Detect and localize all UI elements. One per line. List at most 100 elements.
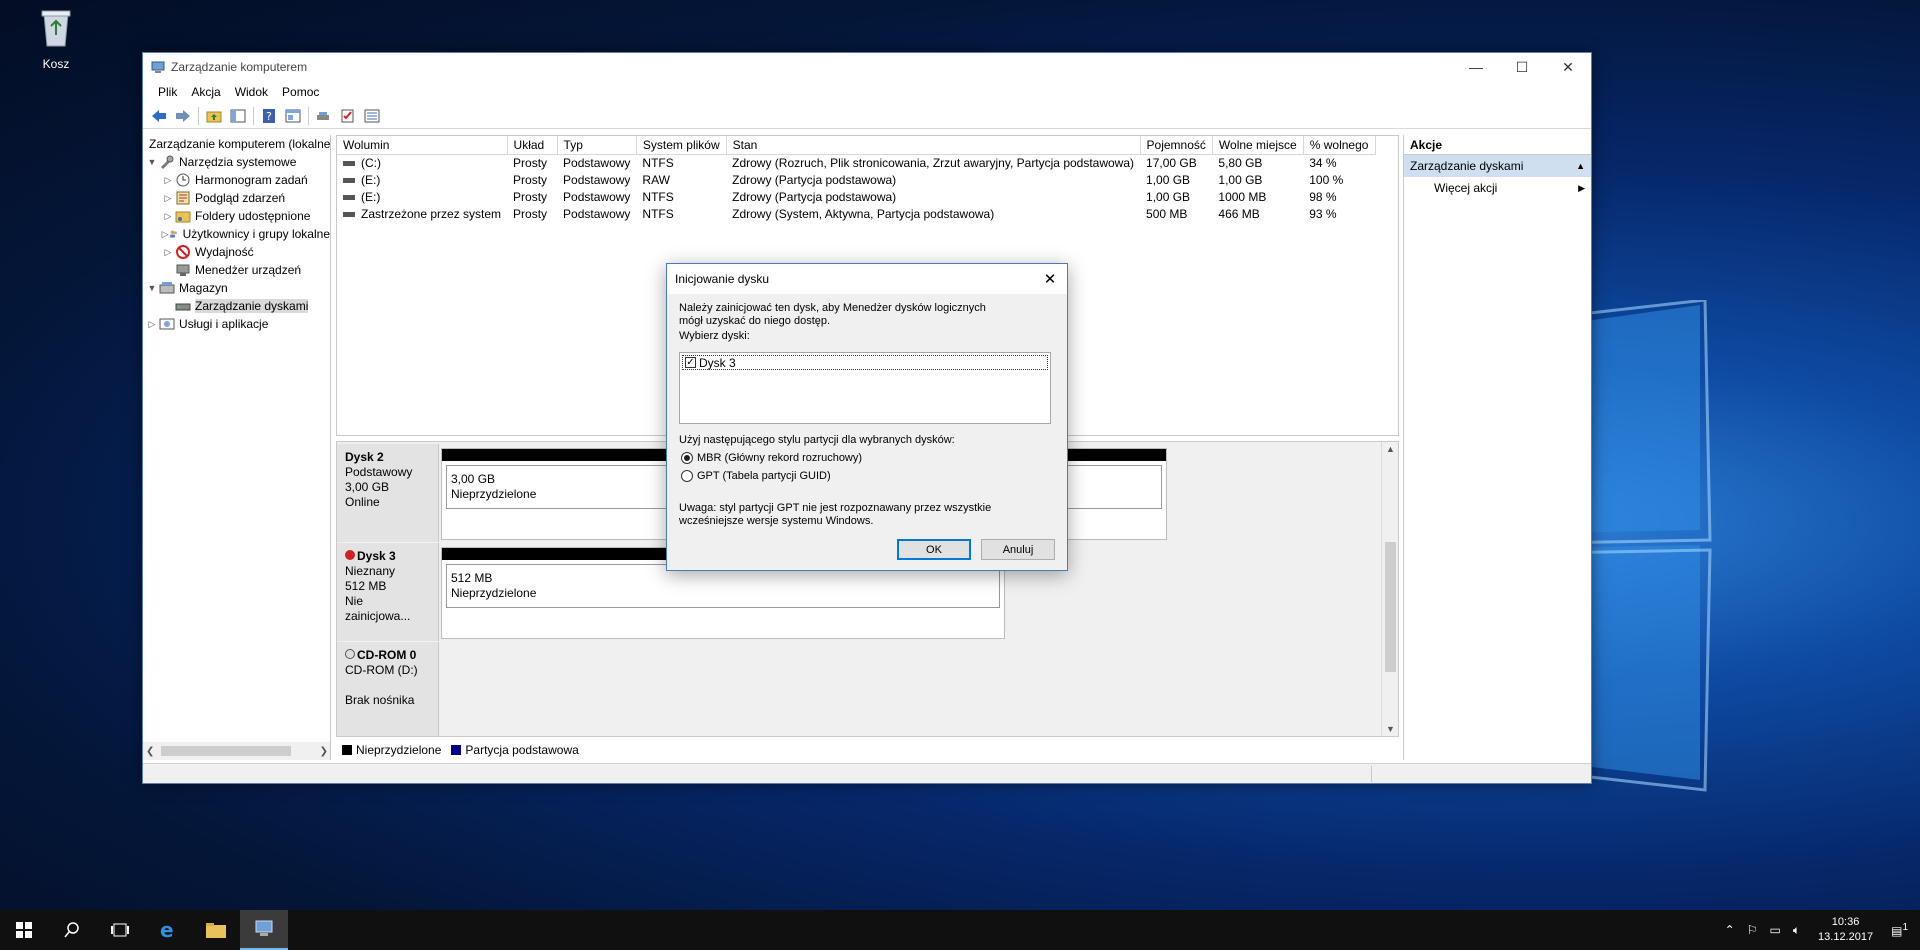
recycle-bin[interactable]: Kosz <box>30 8 82 71</box>
clock-date: 13.12.2017 <box>1818 931 1874 943</box>
dialog-close-icon[interactable]: ✕ <box>1033 270 1067 288</box>
column-header[interactable]: Pojemność <box>1140 136 1213 155</box>
clock[interactable]: 10:36 13.12.2017 <box>1818 915 1873 945</box>
table-row[interactable]: (E:) Prosty Podstawowy RAW Zdrowy (Party… <box>337 171 1375 188</box>
display-icon[interactable]: ▭ <box>1769 923 1780 937</box>
computer-management-icon <box>151 61 165 73</box>
tree-root[interactable]: Zarządzanie komputerem (lokalne) <box>143 135 330 153</box>
file-explorer-icon[interactable] <box>192 910 240 950</box>
menu-pomoc[interactable]: Pomoc <box>275 85 326 99</box>
edge-browser-icon[interactable]: e <box>144 910 192 950</box>
forward-icon[interactable] <box>173 106 193 126</box>
maximize-button[interactable]: ☐ <box>1499 53 1545 81</box>
volume-muted-icon[interactable]: 🔈︎ <box>1793 923 1800 938</box>
collapse-arrow-icon[interactable]: ▼ <box>145 283 159 293</box>
ok-button[interactable]: OK <box>897 539 971 560</box>
tree-item-magazyn[interactable]: ▼ Magazyn <box>143 279 330 297</box>
column-header[interactable]: Wolne miejsce <box>1212 136 1304 155</box>
column-header[interactable]: Stan <box>726 136 1141 155</box>
table-row[interactable]: (C:) Prosty Podstawowy NTFS Zdrowy (Rozr… <box>337 154 1375 171</box>
cancel-button[interactable]: Anuluj <box>981 539 1055 560</box>
show-tree-icon[interactable] <box>228 106 248 126</box>
checklist-icon[interactable] <box>338 106 358 126</box>
tree-horizontal-scrollbar[interactable]: ❮ ❯ <box>143 742 330 760</box>
disk-view-vertical-scrollbar[interactable]: ▲ ▼ <box>1381 442 1398 736</box>
window-title: Zarządzanie komputerem <box>171 60 308 74</box>
column-header[interactable]: System plików <box>636 136 727 155</box>
expand-arrow-icon[interactable]: ▷ <box>161 229 169 240</box>
column-header[interactable]: Układ <box>507 136 558 155</box>
tree-item-uzytkownicy[interactable]: ▷ Użytkownicy i grupy lokalne <box>143 225 330 243</box>
scroll-right-icon[interactable]: ❯ <box>320 746 328 757</box>
start-button[interactable] <box>0 910 48 950</box>
mbr-option[interactable]: MBR (Główny rekord rozruchowy) <box>681 452 862 464</box>
scrollbar-thumb[interactable] <box>1385 542 1396 672</box>
disk-select-list[interactable]: ✓ Dysk 3 <box>679 352 1051 424</box>
network-icon[interactable]: ⚐ <box>1747 923 1758 937</box>
close-button[interactable]: ✕ <box>1545 53 1591 81</box>
title-bar[interactable]: Zarządzanie komputerem — ☐ ✕ <box>143 53 1591 81</box>
search-icon[interactable] <box>48 910 96 950</box>
tree-item-foldery[interactable]: ▷ Foldery udostępnione <box>143 207 330 225</box>
column-header[interactable]: Typ <box>557 136 637 155</box>
gpt-radio[interactable] <box>681 470 693 482</box>
task-view-icon[interactable] <box>96 910 144 950</box>
table-row[interactable]: (E:) Prosty Podstawowy NTFS Zdrowy (Part… <box>337 188 1375 205</box>
disk-type: Nieznany <box>345 564 396 578</box>
tree-item-narzedzia[interactable]: ▼ Narzędzia systemowe <box>143 153 330 171</box>
table-cell: NTFS <box>642 155 674 170</box>
mbr-radio[interactable] <box>681 452 693 464</box>
column-header[interactable]: Wolumin <box>337 136 508 155</box>
toolbar-separator <box>253 106 254 125</box>
expand-arrow-icon[interactable]: ▷ <box>161 247 175 258</box>
dialog-title-bar[interactable]: Inicjowanie dysku ✕ <box>667 264 1067 294</box>
tree-item-menedzer[interactable]: Menedżer urządzeń <box>143 261 330 279</box>
disk-list-item[interactable]: ✓ Dysk 3 <box>682 355 1048 370</box>
disk-label[interactable]: CD-ROM 0 CD-ROM (D:) Brak nośnika <box>337 642 439 736</box>
menu-widok[interactable]: Widok <box>228 85 275 99</box>
table-cell: 93 % <box>1309 206 1337 221</box>
menu-akcja[interactable]: Akcja <box>184 85 227 99</box>
actions-section-disk-management[interactable]: Zarządzanie dyskami ▲ <box>1404 155 1591 177</box>
action-center-icon[interactable]: ▤1 <box>1891 922 1908 938</box>
tree-item-harmonogram[interactable]: ▷ Harmonogram zadań <box>143 171 330 189</box>
tree-item-uslugi[interactable]: ▷ Usługi i aplikacje <box>143 315 330 333</box>
back-icon[interactable] <box>149 106 169 126</box>
tree-item-wydajnosc[interactable]: ▷ Wydajność <box>143 243 330 261</box>
minimize-button[interactable]: — <box>1453 53 1499 81</box>
disk-label[interactable]: Dysk 3 Nieznany 512 MB Nie zainicjowa... <box>337 543 439 641</box>
scroll-left-icon[interactable]: ❮ <box>146 746 154 757</box>
disk-checkbox[interactable]: ✓ <box>685 357 696 368</box>
scroll-up-icon[interactable]: ▲ <box>1382 444 1399 454</box>
details-icon[interactable] <box>362 106 382 126</box>
table-row[interactable]: Zastrzeżone przez system Prosty Podstawo… <box>337 205 1375 222</box>
show-hidden-icons-icon[interactable]: ⌃ <box>1725 923 1735 937</box>
gpt-option[interactable]: GPT (Tabela partycji GUID) <box>681 470 831 482</box>
tree-item-zarzadzanie-dyskami[interactable]: Zarządzanie dyskami <box>143 297 330 315</box>
more-actions-label: Więcej akcji <box>1434 181 1498 195</box>
collapse-up-icon[interactable]: ▲ <box>1576 161 1585 171</box>
help-icon[interactable]: ? <box>259 106 279 126</box>
disk-status: Brak nośnika <box>345 693 415 707</box>
more-actions-item[interactable]: Więcej akcji ▶ <box>1404 177 1591 199</box>
disk-row-cdrom-0[interactable]: CD-ROM 0 CD-ROM (D:) Brak nośnika <box>337 642 1382 736</box>
expand-arrow-icon[interactable]: ▷ <box>161 175 175 186</box>
expand-arrow-icon[interactable]: ▷ <box>161 211 175 222</box>
menu-plik[interactable]: Plik <box>151 85 184 99</box>
table-cell: 1,00 GB <box>1146 189 1191 204</box>
expand-arrow-icon[interactable]: ▷ <box>161 193 175 204</box>
scrollbar-thumb[interactable] <box>161 746 291 756</box>
collapse-arrow-icon[interactable]: ▼ <box>145 157 159 167</box>
column-header[interactable]: % wolnego <box>1303 136 1376 155</box>
table-cell: Prosty <box>513 206 548 221</box>
expand-arrow-icon[interactable]: ▷ <box>145 319 159 330</box>
disk-label[interactable]: Dysk 2 Podstawowy 3,00 GB Online <box>337 444 439 542</box>
connect-icon[interactable] <box>314 106 334 126</box>
up-folder-icon[interactable] <box>204 106 224 126</box>
table-cell: Zastrzeżone przez system <box>337 205 507 222</box>
scroll-down-icon[interactable]: ▼ <box>1382 724 1399 734</box>
disk-size <box>345 678 430 693</box>
properties-icon[interactable] <box>283 106 303 126</box>
tree-item-podglad[interactable]: ▷ Podgląd zdarzeń <box>143 189 330 207</box>
computer-management-taskbar-icon[interactable] <box>240 910 288 950</box>
